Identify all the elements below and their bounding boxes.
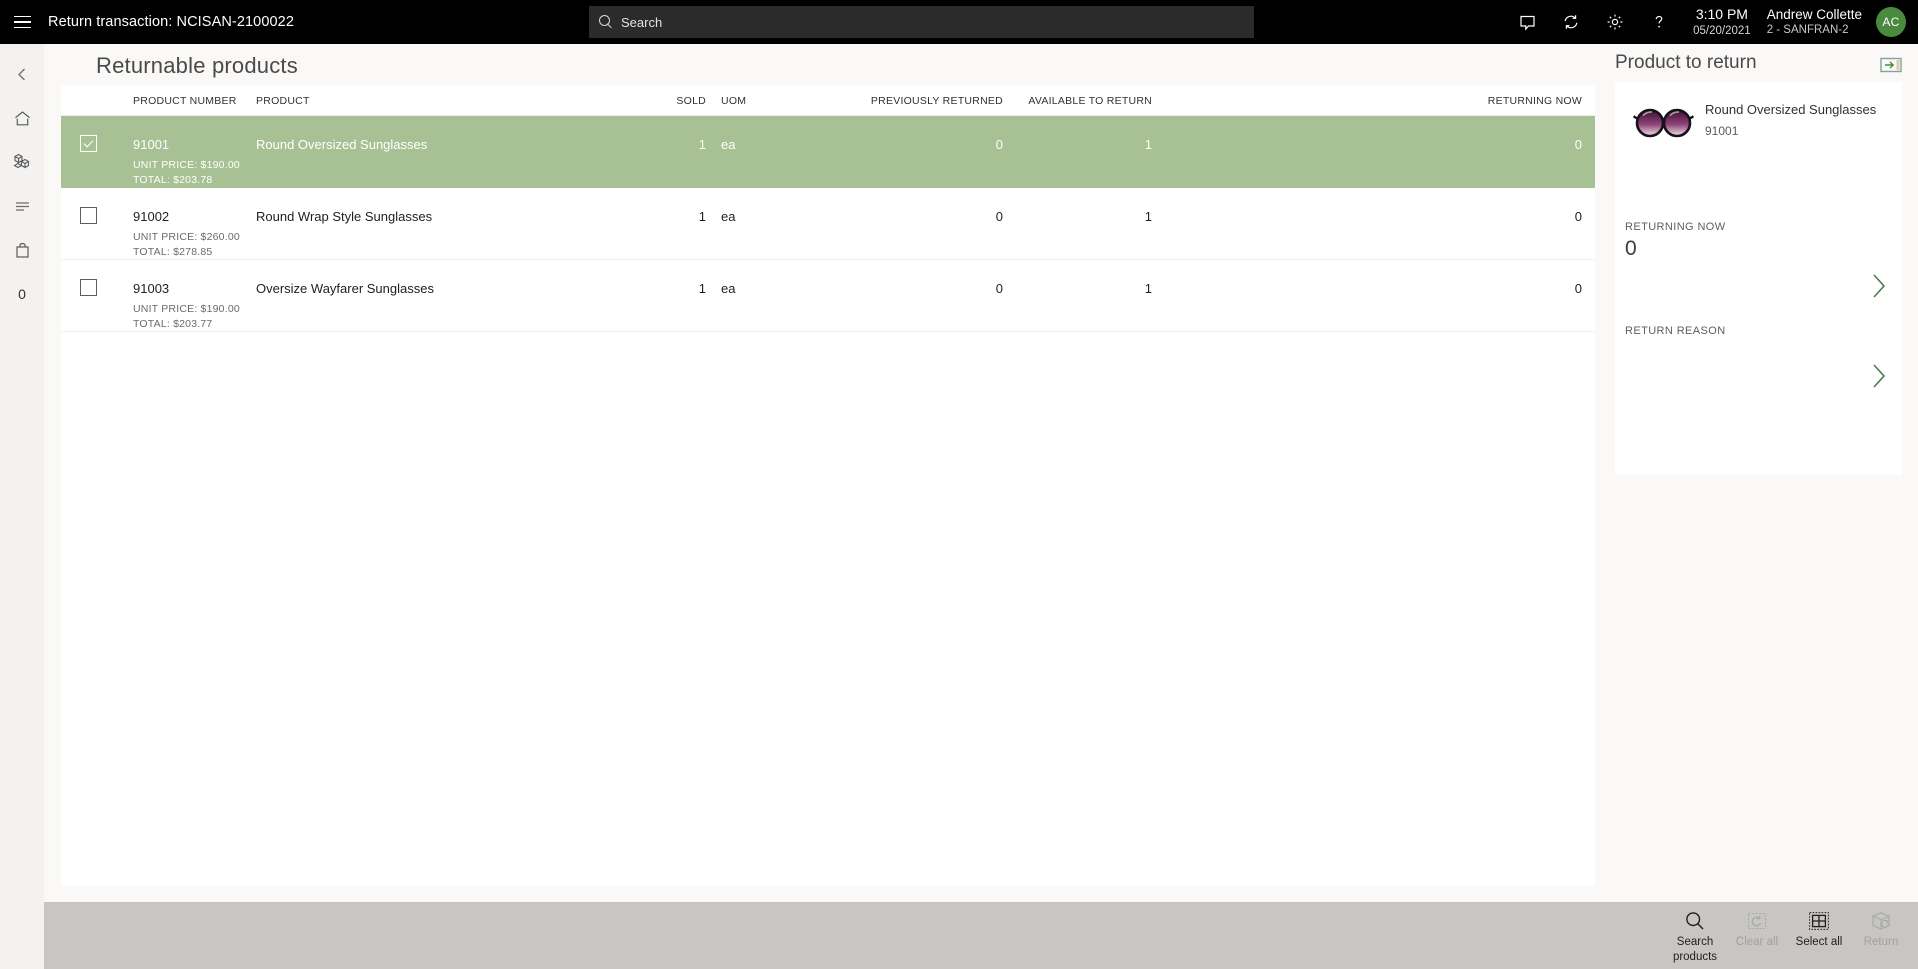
- cell-available-to-return: 1: [1144, 209, 1152, 224]
- selected-product-number: 91001: [1705, 124, 1739, 138]
- user-info[interactable]: Andrew Collette 2 - SANFRAN-2: [1767, 6, 1862, 38]
- user-name: Andrew Collette: [1766, 6, 1862, 22]
- clock: 3:10 PM 05/20/2021: [1693, 6, 1751, 38]
- cell-product-number: 91003: [133, 281, 170, 296]
- row-checkbox[interactable]: [80, 207, 97, 224]
- column-header-sold[interactable]: SOLD: [676, 95, 706, 107]
- cell-total: TOTAL: $203.78: [133, 174, 213, 186]
- user-store: 2 - SANFRAN-2: [1766, 24, 1849, 37]
- cell-returning-now: 0: [1574, 281, 1582, 296]
- search-placeholder: Search: [621, 14, 663, 30]
- product-to-return-panel: Product to return Round Oversized Sungla…: [1612, 44, 1918, 902]
- cell-available-to-return: 1: [1144, 137, 1152, 152]
- grid-header-row: PRODUCT NUMBER PRODUCT SOLD UOM PREVIOUS…: [61, 86, 1595, 116]
- cell-previously-returned: 0: [995, 137, 1003, 152]
- search-input[interactable]: Search: [589, 6, 1254, 38]
- cell-returning-now: 0: [1574, 137, 1582, 152]
- cell-product: Round Wrap Style Sunglasses: [256, 209, 433, 224]
- top-app-bar: Return transaction: NCISAN-2100022 Searc…: [0, 0, 1918, 44]
- shopping-bag-icon[interactable]: [0, 228, 44, 272]
- return-box-icon: [1870, 908, 1892, 934]
- cell-available-to-return: 1: [1144, 281, 1152, 296]
- cell-unit-price: UNIT PRICE: $190.00: [133, 303, 240, 315]
- checkmark-icon: [83, 137, 94, 147]
- table-row[interactable]: 91003 Oversize Wayfarer Sunglasses 1 ea …: [61, 260, 1595, 332]
- cell-total: TOTAL: $203.77: [133, 318, 213, 330]
- home-icon[interactable]: [0, 96, 44, 140]
- table-row[interactable]: 91001 Round Oversized Sunglasses 1 ea 0 …: [61, 116, 1595, 188]
- return-reason-chevron-right-icon[interactable]: [1868, 359, 1890, 393]
- cell-returning-now: 0: [1574, 209, 1582, 224]
- cell-product-number: 91002: [133, 209, 170, 224]
- page-title: Returnable products: [96, 53, 298, 78]
- cell-unit-price: UNIT PRICE: $190.00: [133, 159, 240, 171]
- column-header-uom[interactable]: UOM: [721, 95, 746, 107]
- cell-sold: 1: [698, 137, 706, 152]
- back-arrow-icon[interactable]: [0, 52, 44, 96]
- select-all-label: Select all: [1795, 936, 1843, 948]
- top-bar-icon-group: 3:10 PM 05/20/2021 Andrew Collette 2 - S…: [1505, 0, 1918, 44]
- cell-previously-returned: 0: [995, 209, 1003, 224]
- clear-all-label: Clear all: [1735, 936, 1779, 948]
- select-all-grid-icon: [1808, 908, 1830, 934]
- cart-count-value: 0: [18, 286, 26, 302]
- cell-product: Round Oversized Sunglasses: [256, 137, 428, 152]
- cell-previously-returned: 0: [995, 281, 1003, 296]
- products-cubes-icon[interactable]: [0, 140, 44, 184]
- returnable-products-grid: PRODUCT NUMBER PRODUCT SOLD UOM PREVIOUS…: [61, 86, 1595, 886]
- cell-uom: ea: [721, 137, 736, 152]
- search-products-button[interactable]: Search products: [1664, 902, 1726, 964]
- select-all-button[interactable]: Select all: [1788, 902, 1850, 949]
- hamburger-menu-icon[interactable]: [0, 0, 44, 44]
- right-panel-title: Product to return: [1615, 52, 1757, 73]
- feedback-icon[interactable]: [1505, 0, 1549, 44]
- sync-icon[interactable]: [1549, 0, 1593, 44]
- cell-total: TOTAL: $278.85: [133, 246, 213, 258]
- cell-product: Oversize Wayfarer Sunglasses: [256, 281, 434, 296]
- search-products-label-line1: Search: [1676, 936, 1714, 948]
- cell-unit-price: UNIT PRICE: $260.00: [133, 231, 240, 243]
- list-lines-icon[interactable]: [0, 184, 44, 228]
- return-label: Return: [1863, 936, 1899, 948]
- clear-all-button[interactable]: Clear all: [1726, 902, 1788, 949]
- selected-product-name: Round Oversized Sunglasses: [1705, 102, 1877, 117]
- column-header-available-to-return[interactable]: AVAILABLE TO RETURN: [1028, 95, 1152, 107]
- cell-uom: ea: [721, 281, 736, 296]
- settings-gear-icon[interactable]: [1593, 0, 1637, 44]
- column-header-product-number[interactable]: PRODUCT NUMBER: [133, 95, 237, 107]
- bottom-command-bar: Search products Clear all Select all Ret…: [44, 902, 1918, 969]
- row-checkbox[interactable]: [80, 135, 97, 152]
- page-title-transaction: Return transaction: NCISAN-2100022: [48, 14, 294, 30]
- clear-all-icon: [1746, 908, 1768, 934]
- cell-sold: 1: [698, 209, 706, 224]
- expand-panel-icon[interactable]: [1880, 57, 1902, 73]
- help-question-icon[interactable]: [1637, 0, 1681, 44]
- selected-product-card: Round Oversized Sunglasses 91001 RETURNI…: [1615, 82, 1902, 475]
- column-header-product[interactable]: PRODUCT: [256, 95, 310, 107]
- search-icon: [599, 15, 613, 29]
- search-products-label-line2: products: [1672, 951, 1718, 964]
- field-label-returning-now: RETURNING NOW: [1625, 221, 1726, 233]
- left-navigation-rail: 0: [0, 44, 44, 969]
- cell-uom: ea: [721, 209, 736, 224]
- column-header-previously-returned[interactable]: PREVIOUSLY RETURNED: [871, 95, 1003, 107]
- main-content-area: Returnable products PRODUCT NUMBER PRODU…: [44, 44, 1612, 902]
- field-value-returning-now: 0: [1625, 237, 1637, 260]
- row-checkbox[interactable]: [80, 279, 97, 296]
- search-icon: [1684, 908, 1706, 934]
- return-button[interactable]: Return: [1850, 902, 1912, 949]
- returning-now-chevron-right-icon[interactable]: [1868, 269, 1890, 303]
- sunglasses-thumbnail: [1632, 100, 1695, 146]
- field-label-return-reason: RETURN REASON: [1625, 325, 1726, 337]
- cell-sold: 1: [698, 281, 706, 296]
- cart-count-badge[interactable]: 0: [0, 272, 44, 316]
- avatar[interactable]: AC: [1876, 7, 1906, 37]
- table-row[interactable]: 91002 Round Wrap Style Sunglasses 1 ea 0…: [61, 188, 1595, 260]
- clock-time: 3:10 PM: [1695, 6, 1748, 23]
- cell-product-number: 91001: [133, 137, 170, 152]
- column-header-returning-now[interactable]: RETURNING NOW: [1488, 95, 1582, 107]
- clock-date: 05/20/2021: [1693, 24, 1751, 37]
